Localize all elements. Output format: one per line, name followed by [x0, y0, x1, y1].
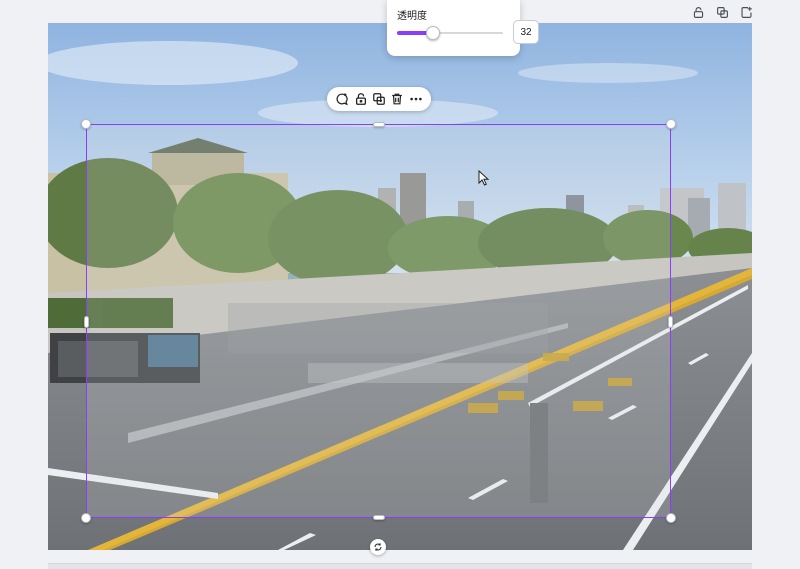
lock-icon	[693, 6, 703, 18]
transparency-label: 透明度	[397, 11, 427, 22]
element-toolbar	[327, 87, 431, 111]
transparency-value-input[interactable]: 32	[513, 20, 539, 44]
resize-handle-left[interactable]	[84, 316, 89, 328]
page-actions	[690, 4, 754, 20]
resize-handle-top[interactable]	[373, 122, 385, 127]
more-horizontal-icon	[410, 97, 422, 101]
resize-handle-top-left[interactable]	[81, 119, 91, 129]
rotate-handle[interactable]	[370, 539, 386, 555]
resize-handle-top-right[interactable]	[666, 119, 676, 129]
add-page-button[interactable]	[738, 4, 754, 20]
resize-handle-bottom-left[interactable]	[81, 513, 91, 523]
more-button[interactable]	[408, 91, 424, 107]
lock-page-button[interactable]	[690, 4, 706, 20]
mouse-pointer-icon	[478, 170, 490, 186]
duplicate-icon	[373, 93, 385, 105]
comment-button[interactable]	[334, 91, 350, 107]
lock-button[interactable]	[353, 91, 369, 107]
transparency-slider[interactable]	[397, 26, 503, 40]
lock-icon	[355, 93, 366, 105]
duplicate-button[interactable]	[371, 91, 387, 107]
resize-handle-bottom[interactable]	[373, 515, 385, 520]
next-page-strip	[48, 563, 752, 569]
resize-handle-right[interactable]	[668, 316, 673, 328]
duplicate-icon	[716, 6, 728, 18]
add-page-icon	[740, 6, 752, 18]
trash-icon	[392, 93, 403, 105]
transparency-panel: 透明度 32	[387, 0, 539, 56]
comment-plus-icon	[336, 93, 349, 106]
resize-handle-bottom-right[interactable]	[666, 513, 676, 523]
slider-thumb[interactable]	[426, 26, 441, 40]
duplicate-page-button[interactable]	[714, 4, 730, 20]
delete-button[interactable]	[389, 91, 405, 107]
rotate-icon	[374, 543, 382, 551]
